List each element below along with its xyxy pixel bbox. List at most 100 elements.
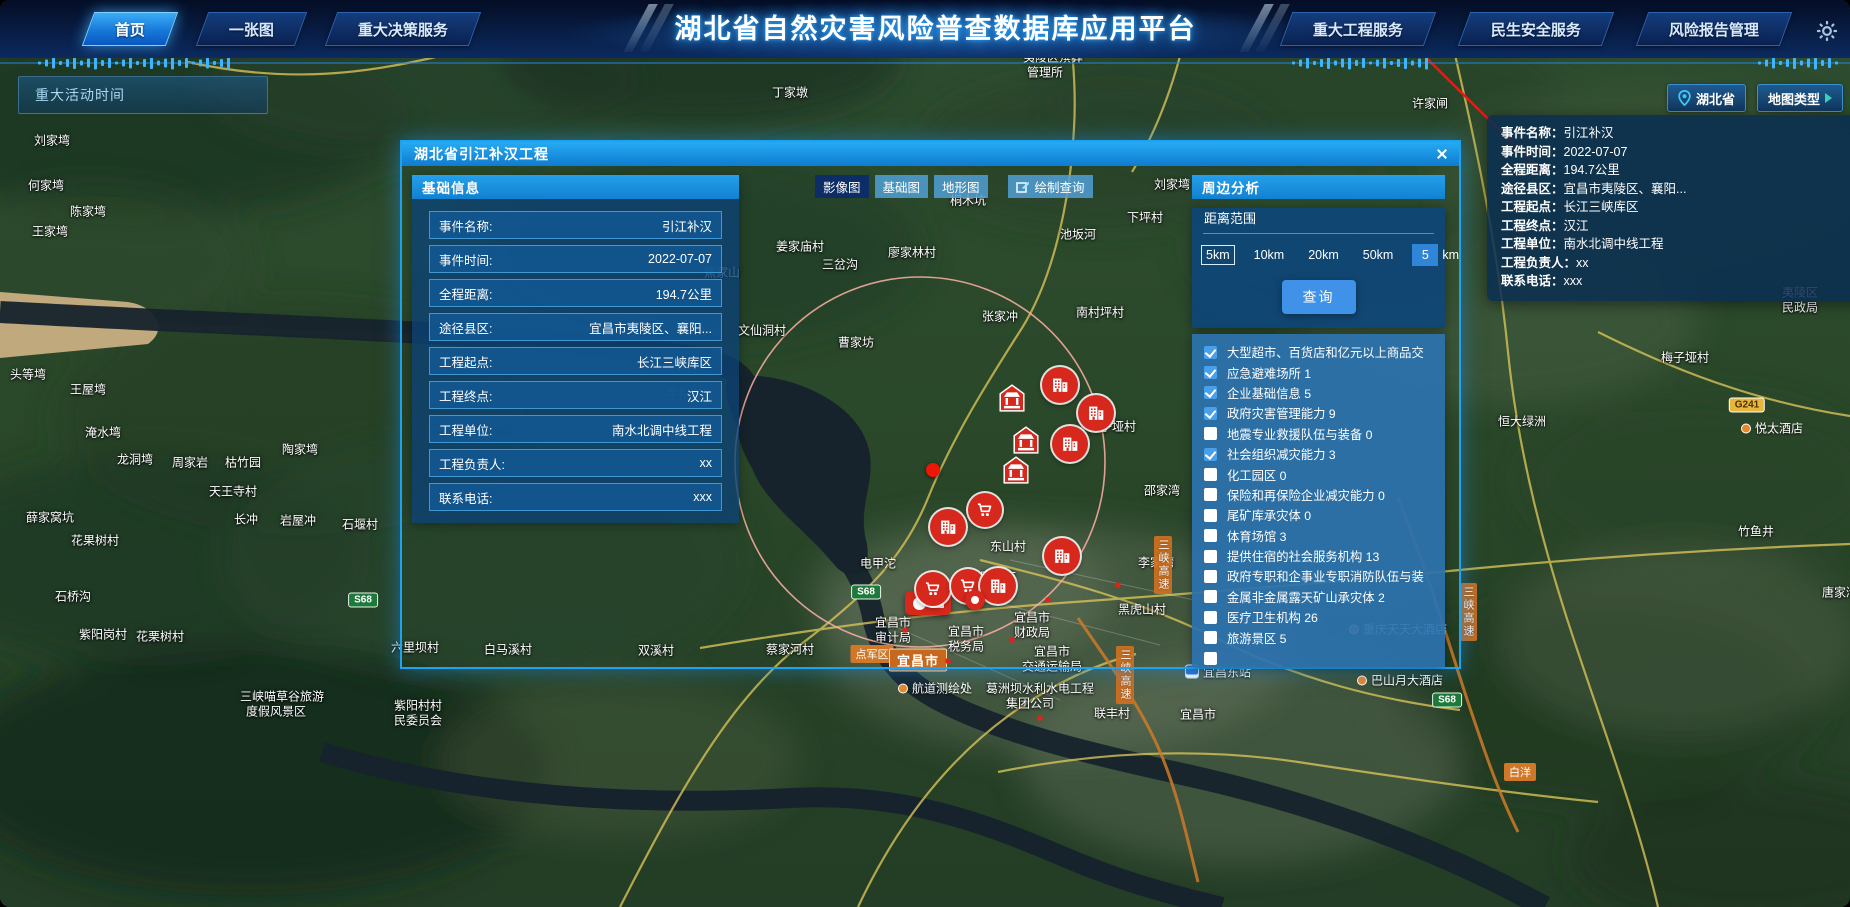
tooltip-row-value: 汉江 bbox=[1564, 219, 1589, 233]
distance-options: 5km10km20km50kmkm bbox=[1201, 244, 1436, 266]
basic-info-row: 联系电话: xxx bbox=[429, 483, 722, 511]
field-value: 2022-07-07 bbox=[648, 252, 712, 266]
checklist-label: 社会组织减灾能力 3 bbox=[1227, 445, 1433, 463]
checklist-item[interactable]: 保险和再保险企业减灾能力 0 bbox=[1204, 485, 1445, 505]
custom-distance-input[interactable] bbox=[1412, 244, 1438, 266]
gear-icon[interactable] bbox=[1816, 20, 1838, 42]
nav-tab-重大工程服务[interactable]: 重大工程服务 bbox=[1280, 12, 1436, 46]
poi-checklist: 大型超市、百货店和亿元以上商品交应急避难场所 1企业基础信息 5政府灾害管理能力… bbox=[1192, 334, 1445, 667]
checklist-item[interactable]: 体育场馆 3 bbox=[1204, 526, 1445, 546]
tooltip-row-value: 宜昌市夷陵区、襄阳... bbox=[1564, 182, 1687, 196]
distance-option-5km[interactable]: 5km bbox=[1201, 245, 1235, 265]
analysis-header: 周边分析 bbox=[1192, 175, 1445, 199]
map-type-label: 地图类型 bbox=[1768, 89, 1820, 108]
checkbox[interactable] bbox=[1204, 550, 1217, 563]
project-modal: 湖北省引江补汉工程 基础信息 事件名称:引江补汉事件时间:2022-07-07全… bbox=[400, 140, 1461, 669]
checkbox[interactable] bbox=[1204, 631, 1217, 644]
draw-query-button[interactable]: 绘制查询 bbox=[1008, 175, 1093, 198]
field-value: 南水北调中线工程 bbox=[612, 420, 712, 439]
map-red-dot bbox=[1038, 716, 1043, 721]
checklist-label: 地震专业救援队伍与装备 0 bbox=[1227, 425, 1433, 443]
layer-button-影像图[interactable]: 影像图 bbox=[815, 175, 869, 198]
checklist-item[interactable]: 医疗卫生机构 26 bbox=[1204, 607, 1445, 627]
region-button[interactable]: 湖北省 bbox=[1667, 84, 1746, 112]
distance-option-50km[interactable]: 50km bbox=[1358, 245, 1399, 265]
checklist-item[interactable]: 提供住宿的社会服务机构 13 bbox=[1204, 546, 1445, 566]
layer-button-地形图[interactable]: 地形图 bbox=[934, 175, 988, 198]
nav-tab-一张图[interactable]: 一张图 bbox=[196, 12, 307, 46]
field-label: 工程起点: bbox=[439, 352, 492, 371]
nav-tab-首页[interactable]: 首页 bbox=[82, 12, 178, 46]
checkbox[interactable] bbox=[1204, 570, 1217, 583]
checklist-item[interactable]: 化工园区 0 bbox=[1204, 464, 1445, 484]
close-icon[interactable] bbox=[1433, 145, 1451, 163]
tooltip-row: 工程单位：南水北调中线工程 bbox=[1501, 235, 1850, 254]
basic-info-row: 事件名称: 引江补汉 bbox=[429, 211, 722, 239]
basic-info-row: 工程负责人:xx bbox=[429, 449, 722, 477]
nav-tabs-right: 重大工程服务民生安全服务风险报告管理 bbox=[1286, 12, 1786, 46]
nav-tab-重大决策服务[interactable]: 重大决策服务 bbox=[325, 12, 481, 46]
nav-tab-风险报告管理[interactable]: 风险报告管理 bbox=[1636, 12, 1792, 46]
major-activity-time-select[interactable]: 重大活动时间 bbox=[18, 76, 268, 114]
checklist-label: 政府灾害管理能力 9 bbox=[1227, 404, 1433, 422]
checklist-item[interactable]: 企业基础信息 5 bbox=[1204, 383, 1445, 403]
checkbox-checked[interactable] bbox=[1204, 386, 1217, 399]
checklist-item[interactable]: 尾矿库承灾体 0 bbox=[1204, 505, 1445, 525]
nav-tab-label: 首页 bbox=[115, 19, 145, 40]
checkbox[interactable] bbox=[1204, 590, 1217, 603]
field-label: 联系电话: bbox=[439, 488, 492, 507]
checkbox[interactable] bbox=[1204, 509, 1217, 522]
tooltip-row-value: 长江三峡库区 bbox=[1564, 200, 1639, 214]
map-type-button[interactable]: 地图类型 bbox=[1757, 84, 1843, 112]
query-button[interactable]: 查询 bbox=[1282, 280, 1356, 314]
checkbox[interactable] bbox=[1204, 468, 1217, 481]
checkbox[interactable] bbox=[1204, 427, 1217, 440]
field-label: 事件时间: bbox=[439, 250, 492, 269]
checkbox[interactable] bbox=[1204, 611, 1217, 624]
checklist-item[interactable]: 地震专业救援队伍与装备 0 bbox=[1204, 424, 1445, 444]
checklist-label: 大型超市、百货店和亿元以上商品交 bbox=[1227, 343, 1433, 361]
checklist-item[interactable]: 政府灾害管理能力 9 bbox=[1204, 403, 1445, 423]
checklist-label: 应急避难场所 1 bbox=[1227, 364, 1433, 382]
field-label: 工程单位: bbox=[439, 420, 492, 439]
checklist-item[interactable] bbox=[1204, 648, 1445, 667]
checklist-item[interactable]: 大型超市、百货店和亿元以上商品交 bbox=[1204, 342, 1445, 362]
tooltip-row-label: 工程起点： bbox=[1501, 200, 1564, 214]
checkbox[interactable] bbox=[1204, 652, 1217, 665]
field-value: 194.7公里 bbox=[656, 284, 712, 303]
checkbox[interactable] bbox=[1204, 488, 1217, 501]
checkbox-checked[interactable] bbox=[1204, 448, 1217, 461]
distance-section: 距离范围 5km10km20km50kmkm 查询 bbox=[1192, 208, 1445, 328]
basic-info-row: 工程单位: 南水北调中线工程 bbox=[429, 415, 722, 443]
checklist-item[interactable]: 应急避难场所 1 bbox=[1204, 362, 1445, 382]
field-value: 引江补汉 bbox=[662, 216, 712, 235]
nav-tab-民生安全服务[interactable]: 民生安全服务 bbox=[1458, 12, 1614, 46]
checkbox-checked[interactable] bbox=[1204, 346, 1217, 359]
basic-info-row: 工程起点:长江三峡库区 bbox=[429, 347, 722, 375]
layer-button-基础图[interactable]: 基础图 bbox=[875, 175, 929, 198]
event-info-tooltip: 事件名称：引江补汉事件时间：2022-07-07全程距离：194.7公里途径县区… bbox=[1487, 115, 1850, 301]
basic-info-row: 途径县区:宜昌市夷陵区、襄阳... bbox=[429, 313, 722, 341]
checkbox-checked[interactable] bbox=[1204, 407, 1217, 420]
checklist-item[interactable]: 旅游景区 5 bbox=[1204, 627, 1445, 647]
field-value: xxx bbox=[693, 490, 712, 504]
page-title: 湖北省自然灾害风险普查数据库应用平台 bbox=[674, 7, 1196, 46]
modal-titlebar: 湖北省引江补汉工程 bbox=[402, 142, 1459, 166]
tooltip-row-value: 南水北调中线工程 bbox=[1564, 237, 1664, 251]
checklist-item[interactable]: 金属非金属露天矿山承灾体 2 bbox=[1204, 587, 1445, 607]
checklist-item[interactable]: 政府专职和企事业专职消防队伍与装 bbox=[1204, 566, 1445, 586]
tooltip-row: 工程负责人：xx bbox=[1501, 254, 1850, 273]
checkbox-checked[interactable] bbox=[1204, 366, 1217, 379]
basic-info-rows: 事件名称:引江补汉事件时间:2022-07-07全程距离:194.7公里途径县区… bbox=[412, 199, 739, 523]
tooltip-row: 联系电话：xxx bbox=[1501, 272, 1850, 291]
basic-info-row: 工程终点:汉江 bbox=[429, 381, 722, 409]
distance-option-20km[interactable]: 20km bbox=[1303, 245, 1344, 265]
distance-unit: km bbox=[1442, 248, 1459, 262]
checkbox[interactable] bbox=[1204, 529, 1217, 542]
tooltip-row-label: 事件名称： bbox=[1501, 126, 1564, 140]
distance-option-10km[interactable]: 10km bbox=[1249, 245, 1290, 265]
field-label: 工程终点: bbox=[439, 386, 492, 405]
field-label: 事件名称: bbox=[439, 216, 492, 235]
checklist-item[interactable]: 社会组织减灾能力 3 bbox=[1204, 444, 1445, 464]
nav-tabs-left: 首页一张图重大决策服务 bbox=[88, 12, 475, 46]
